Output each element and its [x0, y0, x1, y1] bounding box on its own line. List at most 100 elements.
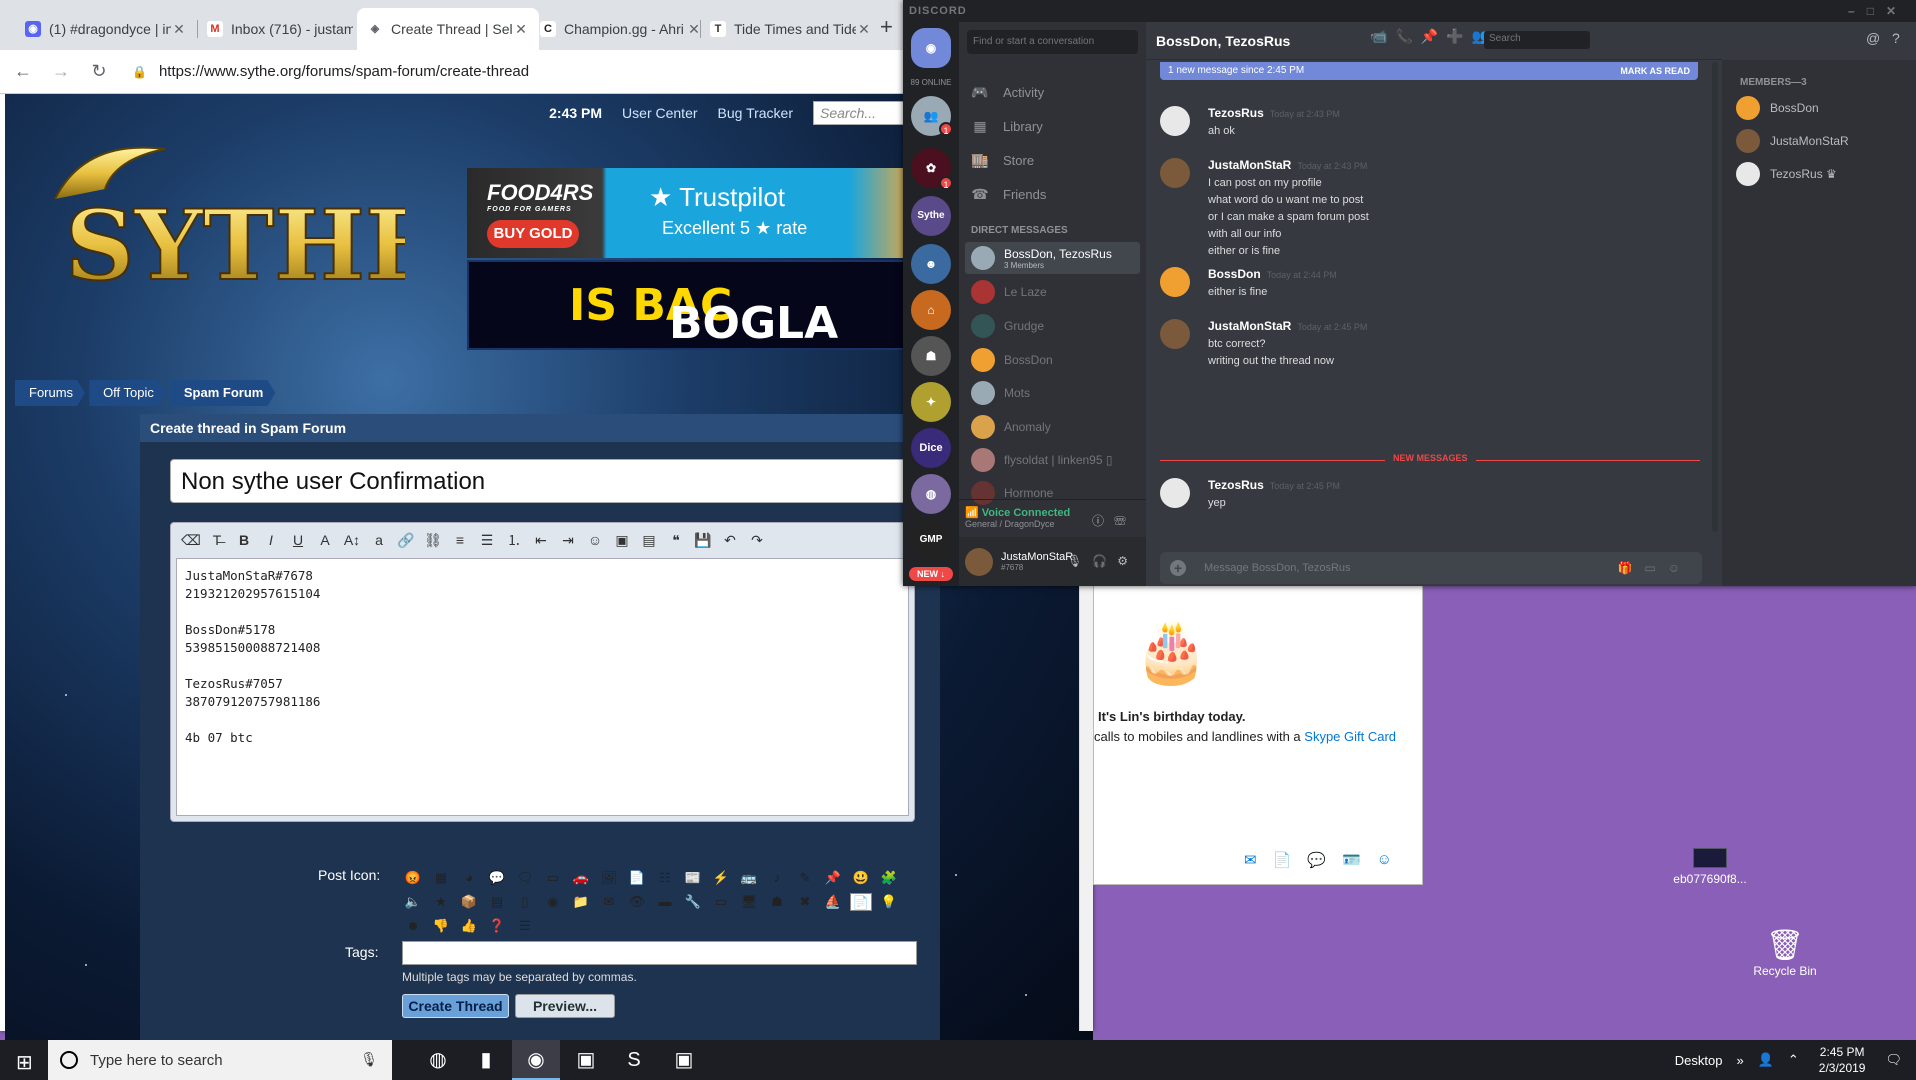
buy-gold-button[interactable]: BUY GOLD	[487, 220, 579, 248]
font-family-icon[interactable]: a	[370, 532, 388, 548]
recycle-bin-icon[interactable]: 🗑 Recycle Bin	[1745, 928, 1825, 978]
quote-icon[interactable]: ❝	[667, 532, 685, 549]
nav-activity[interactable]: 🎮 Activity	[971, 84, 1044, 101]
message-body-textarea[interactable]: JustaMonStaR#7678 219321202957615104 Bos…	[176, 558, 909, 816]
member-item[interactable]: BossDon	[1736, 96, 1819, 120]
smilie-icon[interactable]: ☺	[586, 532, 604, 548]
clock[interactable]: 2:45 PM 2/3/2019	[1819, 1044, 1866, 1076]
avatar[interactable]	[965, 547, 993, 576]
tab-tide-times[interactable]: T Tide Times and Tide ✕	[700, 8, 882, 50]
dm-item[interactable]: BossDon	[965, 344, 1140, 376]
close-icon[interactable]: ✕	[513, 21, 529, 38]
unlink-icon[interactable]: ⛓	[424, 532, 442, 549]
member-item[interactable]: JustaMonStaR	[1736, 129, 1849, 153]
skype-taskbar-icon[interactable]: S	[610, 1040, 658, 1080]
image-icon[interactable]: ▣	[613, 532, 631, 549]
avatar[interactable]	[1160, 106, 1190, 136]
calendar-icon[interactable]: ▤	[486, 893, 508, 911]
page-icon[interactable]: 📄	[850, 893, 872, 911]
dm-item[interactable]: Le Laze	[965, 276, 1140, 308]
dm-item[interactable]: Grudge	[965, 310, 1140, 342]
angry-icon[interactable]: 😡	[402, 869, 424, 887]
box-icon[interactable]: 📦	[458, 893, 480, 911]
message-input[interactable]: + Message BossDon, TezosRus 🎁▭☺	[1160, 552, 1702, 584]
create-thread-button[interactable]: Create Thread	[402, 994, 509, 1018]
news2-icon[interactable]: ▭	[710, 893, 732, 911]
ship-icon[interactable]: ⛵	[822, 893, 844, 911]
media-icon[interactable]: ▤	[640, 532, 658, 549]
pin-icon[interactable]: 📌	[1421, 28, 1446, 44]
ball-icon[interactable]: ◕	[458, 869, 480, 887]
bug-tracker-link[interactable]: Bug Tracker	[718, 105, 793, 121]
voice-call-icon[interactable]: 📞	[1395, 28, 1420, 44]
photo-icon[interactable]: 🖼	[598, 869, 620, 887]
new-messages-bar[interactable]: 1 new message since 2:45 PM MARK AS READ	[1160, 62, 1698, 80]
tab-championgg[interactable]: C Champion.gg - Ahri ✕	[530, 8, 712, 50]
card-icon[interactable]: ▬	[654, 893, 676, 911]
message-author[interactable]: JustaMonStaR	[1208, 158, 1291, 172]
bogla-ad-banner[interactable]: BOGLA IS BAC	[467, 260, 917, 350]
server-icon-3[interactable]: ☻	[911, 244, 951, 284]
info-icon[interactable]: ⓘ	[1092, 514, 1114, 528]
crumb-forums[interactable]: Forums	[15, 380, 85, 406]
help-icon[interactable]: ?	[1892, 30, 1900, 46]
pin-icon[interactable]: 📌	[822, 869, 844, 887]
close-icon[interactable]: ✕	[171, 21, 187, 38]
tab-create-thread[interactable]: ◈ Create Thread | Sell ✕	[357, 8, 539, 50]
file-icon[interactable]: 📄	[1273, 851, 1292, 869]
tab-discord[interactable]: ◉ (1) #dragondyce | in ✕	[15, 8, 197, 50]
discord-taskbar-icon[interactable]: ◉	[512, 1040, 560, 1080]
server-sythe-icon[interactable]: Sythe	[911, 196, 951, 236]
nav-store[interactable]: 🏬 Store	[971, 152, 1034, 169]
clear-format-icon[interactable]: T̶	[208, 532, 226, 548]
folder-icon[interactable]: 📁	[570, 893, 592, 911]
undo-icon[interactable]: ↶	[721, 532, 739, 549]
smile-icon[interactable]: 😃	[850, 869, 872, 887]
star-icon[interactable]: ★	[430, 893, 452, 911]
find-conversation-input[interactable]: Find or start a conversation	[967, 30, 1138, 54]
cross-icon[interactable]: ✖	[794, 893, 816, 911]
contact-card-icon[interactable]: 🪪	[1342, 851, 1361, 869]
window-controls[interactable]: –□✕	[1848, 0, 1908, 22]
indent-icon[interactable]: ⇥	[559, 532, 577, 549]
thumbs-down-icon[interactable]: 👎	[430, 917, 452, 935]
wrench-icon[interactable]: 🔧	[682, 893, 704, 911]
music-icon[interactable]: ♪	[766, 869, 788, 887]
mention-icon[interactable]: @	[1866, 30, 1880, 46]
discord-home-icon[interactable]: ◉	[911, 28, 951, 68]
font-size-icon[interactable]: A↕	[343, 532, 361, 548]
chat-icon[interactable]: 🗨	[514, 869, 536, 887]
tab-gmail[interactable]: M Inbox (716) - justam ✕	[197, 8, 379, 50]
save-draft-icon[interactable]: 💾	[694, 532, 712, 549]
crumb-spam-forum[interactable]: Spam Forum	[170, 380, 275, 406]
bulb-icon[interactable]: 💡	[878, 893, 900, 911]
message-author[interactable]: BossDon	[1208, 267, 1261, 281]
speech-icon[interactable]: 💬	[486, 869, 508, 887]
server-icon-5[interactable]: ☗	[911, 336, 951, 376]
people-icon[interactable]: 👤	[1758, 1052, 1774, 1068]
disconnect-icon[interactable]: ☏	[1114, 514, 1136, 528]
chat-bubble-icon[interactable]: 💬	[1307, 851, 1326, 869]
align-icon[interactable]: ≡	[451, 532, 469, 548]
avatar[interactable]	[1160, 158, 1190, 188]
avatar[interactable]	[1160, 267, 1190, 297]
address-bar[interactable]: 🔒 https://www.sythe.org/forums/spam-foru…	[132, 63, 529, 80]
italic-icon[interactable]: I	[262, 532, 280, 548]
font-color-icon[interactable]: A	[316, 532, 334, 548]
server-gmp-icon[interactable]: GMP	[911, 520, 951, 560]
grid-icon[interactable]: ▦	[430, 869, 452, 887]
preview-button[interactable]: Preview...	[515, 994, 615, 1018]
emoji-icon[interactable]: ☺	[1668, 561, 1692, 575]
tags-input[interactable]	[402, 941, 917, 965]
speaker-icon[interactable]: 🔈	[402, 893, 424, 911]
user-center-link[interactable]: User Center	[622, 105, 697, 121]
tray-up-icon[interactable]: ⌃	[1788, 1052, 1799, 1068]
nav-friends[interactable]: ☎ Friends	[971, 186, 1046, 203]
pencil-icon[interactable]: ✎	[794, 869, 816, 887]
message-author[interactable]: TezosRus	[1208, 478, 1264, 492]
new-tab-icon[interactable]: +	[880, 14, 893, 40]
thread-title-input[interactable]: Non sythe user Confirmation	[170, 459, 920, 503]
chrome-taskbar-icon[interactable]: ◍	[414, 1040, 462, 1080]
mail-icon[interactable]: ✉	[598, 893, 620, 911]
news-icon[interactable]: 📰	[682, 869, 704, 887]
